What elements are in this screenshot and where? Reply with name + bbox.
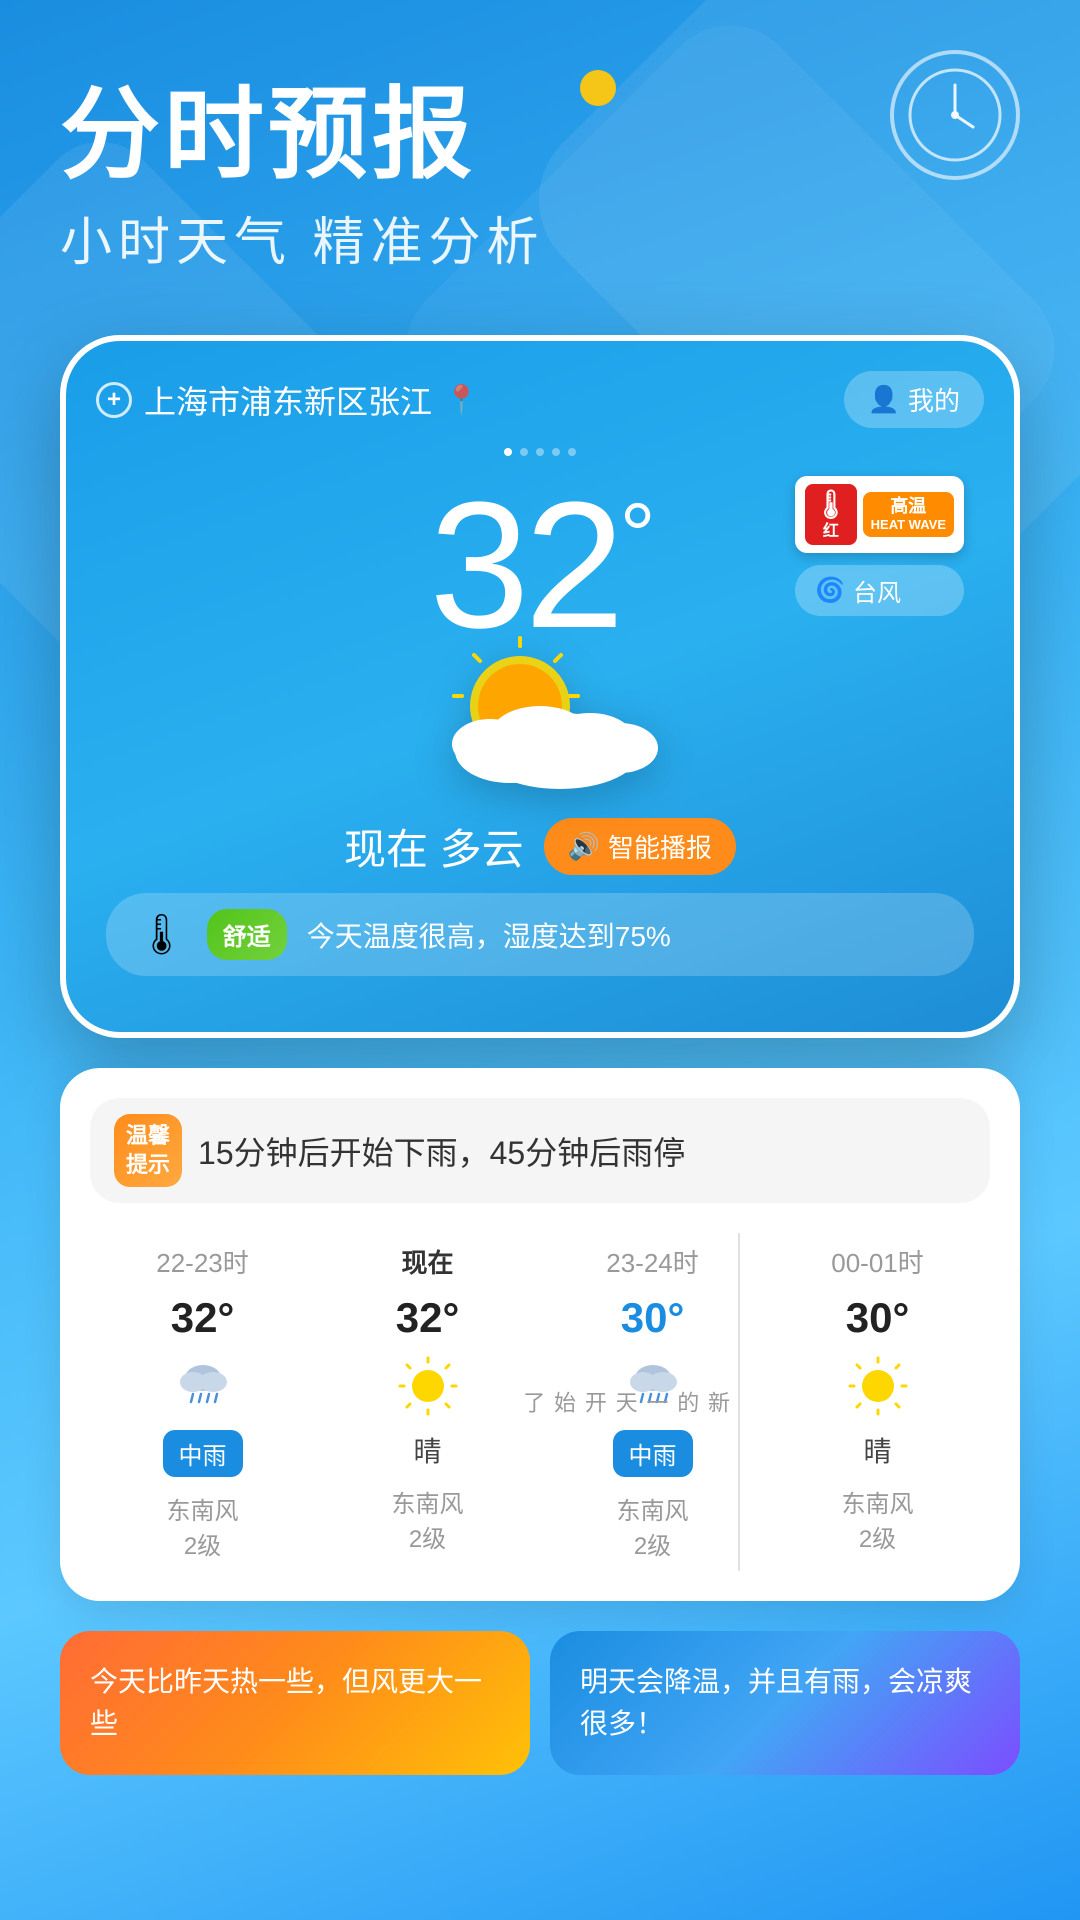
new-day-divider: [738, 1233, 740, 1571]
weather-icon-area: [96, 636, 984, 796]
dot-5: [568, 448, 576, 456]
cloud-rain-icon-1: [173, 1356, 233, 1416]
hour-label-2: 现在: [401, 1243, 453, 1280]
hour-col-1: 22-23时 32° 中雨 东南风2级: [90, 1233, 315, 1571]
sun-icon-2: [398, 1356, 458, 1416]
warning-line2: 提示: [126, 1151, 170, 1180]
add-location-button[interactable]: +: [96, 382, 132, 418]
wind-text-4: 东南风2级: [842, 1484, 914, 1554]
wind-text-2: 东南风2级: [392, 1484, 464, 1554]
condition-badge-3: 中雨: [613, 1430, 693, 1477]
heat-wave-red: 🌡 红: [805, 484, 857, 545]
phone-mockup: + 上海市浦东新区张江 📍 👤 我的 32°: [60, 335, 1020, 1038]
condition-text-2: 晴: [413, 1430, 441, 1470]
alert-badges: 🌡 红 高温 HEAT WAVE 🌀 台风: [795, 476, 964, 616]
profile-icon: 👤: [868, 384, 900, 415]
typhoon-icon: 🌀: [815, 576, 845, 605]
comfort-badge: 舒适: [207, 909, 287, 960]
header-dot: [580, 70, 616, 106]
hour-temp-1: 32°: [171, 1294, 235, 1342]
hour-label-1: 22-23时: [156, 1243, 249, 1280]
temperature-section: 32° 🌡 红 高温 HEAT WAVE: [96, 476, 984, 656]
typhoon-badge[interactable]: 🌀 台风: [795, 565, 964, 616]
hot-banner-text: 今天比昨天热一些，但风更大一些: [90, 1666, 482, 1739]
app-subtitle: 小时天气 精准分析: [60, 200, 1020, 275]
cool-banner-text: 明天会降温，并且有雨，会凉爽很多！: [580, 1666, 972, 1739]
degree-symbol: °: [620, 486, 651, 586]
clock-svg: [905, 65, 1005, 165]
location-area[interactable]: + 上海市浦东新区张江 📍: [96, 377, 479, 423]
clock-icon: [890, 50, 1020, 180]
header: 分时预报 小时天气 精准分析: [0, 0, 1080, 315]
warning-badge: 温馨 提示: [114, 1114, 182, 1187]
forecast-card: 温馨 提示 15分钟后开始下雨，45分钟后雨停 新的一天开始了 22-23时 3…: [60, 1068, 1020, 1601]
comfort-bar: 🌡 舒适 今天温度很高，湿度达到75%: [106, 893, 974, 976]
hour-col-2: 现在 32° 晴 东南风2级: [315, 1233, 540, 1571]
comfort-text: 今天温度很高，湿度达到75%: [307, 915, 671, 955]
warning-line1: 温馨: [126, 1122, 170, 1151]
location-pin-icon: 📍: [444, 383, 479, 416]
my-label: 我的: [908, 381, 960, 418]
speaker-icon: 🔊: [568, 831, 600, 862]
new-day-label: 新的一天开始了: [516, 1391, 732, 1413]
bottom-banners: 今天比昨天热一些，但风更大一些 明天会降温，并且有雨，会凉爽很多！: [60, 1631, 1020, 1815]
hourly-grid: 新的一天开始了 22-23时 32° 中雨 东南风2级: [90, 1233, 990, 1571]
current-weather-row: 现在 多云 🔊 智能播报: [96, 816, 984, 877]
dot-3: [536, 448, 544, 456]
current-condition-text: 现在 多云: [344, 816, 524, 877]
heat-wave-label: 高温: [890, 496, 926, 518]
thermometer-icon: 🌡: [136, 911, 187, 958]
hour-temp-3: 30°: [621, 1294, 685, 1342]
app-title: 分时预报: [60, 80, 1020, 190]
hour-temp-2: 32°: [396, 1294, 460, 1342]
heat-wave-orange: 高温 HEAT WAVE: [863, 492, 954, 537]
my-profile-button[interactable]: 👤 我的: [844, 371, 984, 428]
heat-wave-red-label: 红: [823, 522, 839, 541]
dot-4: [552, 448, 560, 456]
hour-temp-4: 30°: [846, 1294, 910, 1342]
location-text: 上海市浦东新区张江: [144, 377, 432, 423]
heat-wave-badge[interactable]: 🌡 红 高温 HEAT WAVE: [795, 476, 964, 553]
dot-1: [504, 448, 512, 456]
broadcast-label: 智能播报: [608, 828, 712, 865]
dot-2: [520, 448, 528, 456]
rain-warning-text: 15分钟后开始下雨，45分钟后雨停: [198, 1128, 685, 1174]
typhoon-label: 台风: [853, 573, 901, 608]
page-dots: [96, 448, 984, 456]
hour-label-3: 23-24时: [606, 1243, 699, 1280]
condition-text-4: 晴: [863, 1430, 891, 1470]
heat-wave-sub: HEAT WAVE: [871, 517, 946, 533]
cool-banner: 明天会降温，并且有雨，会凉爽很多！: [550, 1631, 1020, 1775]
wind-text-3: 东南风2级: [617, 1491, 689, 1561]
broadcast-button[interactable]: 🔊 智能播报: [544, 818, 736, 875]
condition-badge-1: 中雨: [163, 1430, 243, 1477]
rain-warning: 温馨 提示 15分钟后开始下雨，45分钟后雨停: [90, 1098, 990, 1203]
hot-banner: 今天比昨天热一些，但风更大一些: [60, 1631, 530, 1775]
sun-cloud-icon: [400, 636, 680, 796]
wind-text-1: 东南风2级: [167, 1491, 239, 1561]
sun-icon-4: [848, 1356, 908, 1416]
phone-topbar: + 上海市浦东新区张江 📍 👤 我的: [96, 371, 984, 428]
hour-col-4: 00-01时 30° 晴 东南风2级: [765, 1233, 990, 1571]
hour-label-4: 00-01时: [831, 1243, 924, 1280]
